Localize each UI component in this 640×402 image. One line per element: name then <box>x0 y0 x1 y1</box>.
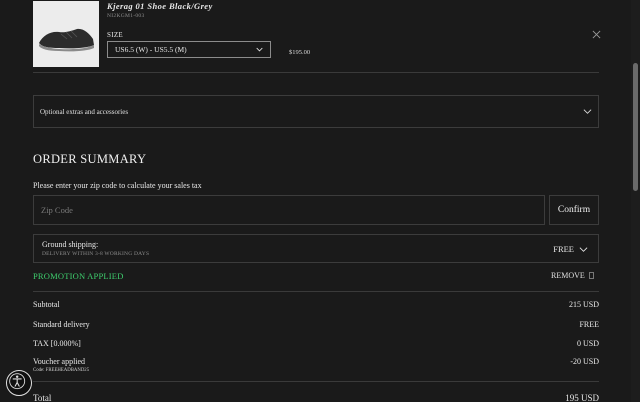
tax-label: TAX [0.000%] <box>33 339 81 348</box>
delivery-value: FREE <box>579 320 599 329</box>
optional-extras-accordion[interactable]: Optional extras and accessories <box>33 95 599 128</box>
shipping-value-group: FREE <box>553 244 588 254</box>
subtotal-value: 215 USD <box>568 300 599 309</box>
product-price: $195.00 <box>289 49 311 56</box>
divider <box>33 381 599 382</box>
product-sku: NI2KGM1-003 <box>107 13 145 19</box>
shipping-selector[interactable]: Ground shipping: DELIVERY WITHIN 3-8 WOR… <box>33 234 599 263</box>
zip-code-input[interactable] <box>33 195 545 225</box>
size-select[interactable]: US6.5 (W) - US5.5 (M) <box>107 41 271 58</box>
voucher-code: Code: FREEHEADBAND25 <box>33 368 90 373</box>
shipping-subtitle: DELIVERY WITHIN 3-8 WORKING DAYS <box>42 251 150 257</box>
promotion-applied: PROMOTION APPLIED <box>33 271 124 281</box>
accordion-label: Optional extras and accessories <box>40 107 129 116</box>
size-select-value: US6.5 (W) - US5.5 (M) <box>115 45 187 54</box>
accessibility-button[interactable] <box>6 370 32 396</box>
product-image <box>33 1 99 67</box>
voucher-value: -20 USD <box>570 357 599 366</box>
total-value: 195 USD <box>565 393 599 402</box>
scrollbar-thumb[interactable] <box>633 63 638 191</box>
voucher-label: Voucher applied <box>33 357 86 366</box>
tax-value: 0 USD <box>576 339 599 348</box>
size-label: SIZE <box>107 31 123 39</box>
product-name: Kjerag 01 Shoe Black/Grey <box>107 1 213 11</box>
accessibility-icon <box>9 373 26 390</box>
close-icon[interactable] <box>592 30 601 39</box>
divider <box>33 72 599 73</box>
shoe-image <box>33 1 99 67</box>
trash-icon <box>588 272 594 279</box>
delivery-label: Standard delivery <box>33 320 90 329</box>
shipping-value: FREE <box>553 244 574 254</box>
chevron-down-icon <box>256 47 263 52</box>
total-label: Total <box>33 393 52 402</box>
confirm-button[interactable]: Confirm <box>549 195 599 225</box>
order-summary-title: ORDER SUMMARY <box>33 152 147 166</box>
remove-label: REMOVE <box>551 271 585 280</box>
scrollbar-track[interactable] <box>631 0 640 402</box>
subtotal-label: Subtotal <box>33 300 60 309</box>
shipping-title: Ground shipping: <box>42 240 99 249</box>
chevron-down-icon <box>579 246 588 252</box>
zip-prompt: Please enter your zip code to calculate … <box>33 181 202 190</box>
chevron-down-icon <box>583 109 592 114</box>
divider <box>33 291 599 292</box>
remove-promo-button[interactable]: REMOVE <box>551 271 594 280</box>
